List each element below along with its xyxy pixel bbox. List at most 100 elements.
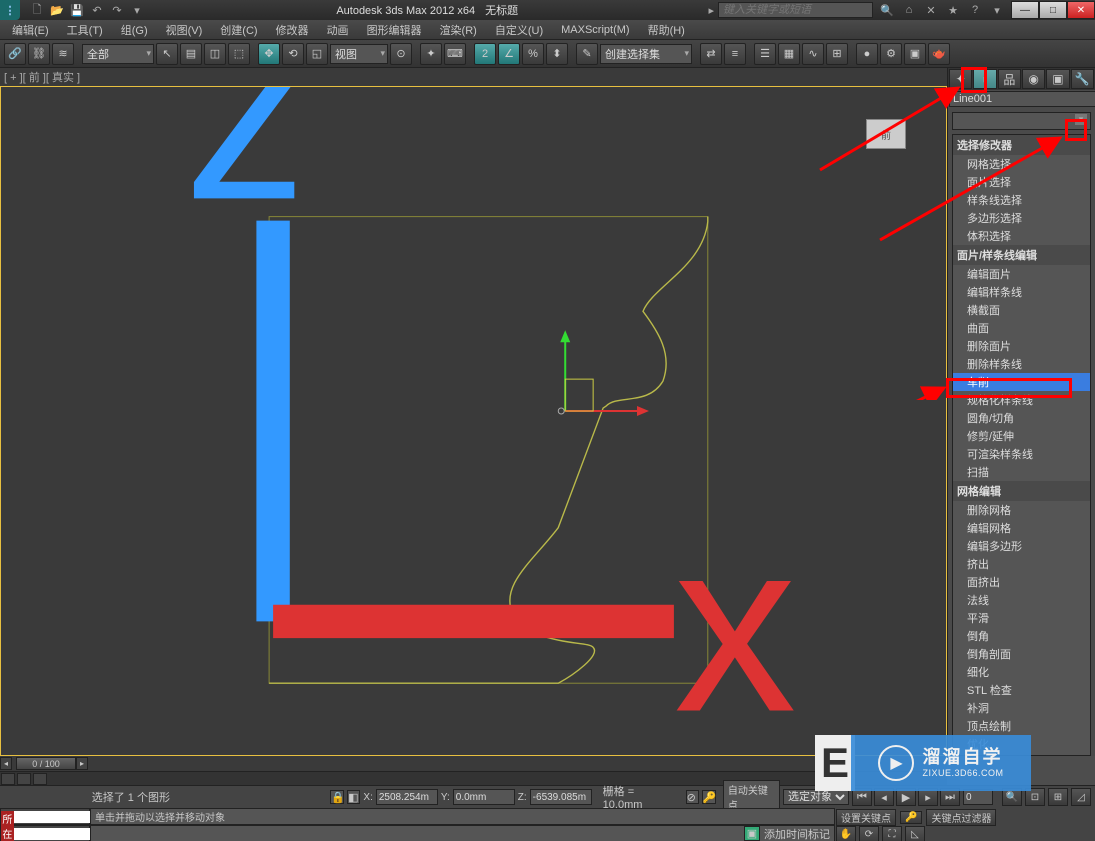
selection-lock-icon[interactable]: 🔑 [702,790,716,804]
tab-motion-icon[interactable]: ◉ [1022,69,1045,89]
object-name-input[interactable] [949,91,1095,107]
infocenter-dropdown-icon[interactable]: ▸ [704,4,718,17]
selection-filter-combo[interactable]: 全部 [82,44,154,64]
modifier-item[interactable]: 删除样条线 [953,355,1090,373]
keyboard-shortcut-icon[interactable]: ⌨ [444,43,466,65]
menu-create[interactable]: 创建(C) [212,20,265,40]
select-region-icon[interactable]: ◫ [204,43,226,65]
maximize-button[interactable]: □ [1039,1,1067,19]
menu-animation[interactable]: 动画 [319,20,357,40]
save-icon[interactable]: 💾 [70,3,84,17]
menu-customize[interactable]: 自定义(U) [487,20,551,40]
menu-maxscript[interactable]: MAXScript(M) [553,22,637,38]
menu-edit[interactable]: 编辑(E) [4,20,57,40]
modifier-item[interactable]: 编辑网格 [953,519,1090,537]
close-button[interactable]: ✕ [1067,1,1095,19]
key-filter-button[interactable]: 关键点过滤器 [926,809,996,826]
frame-input[interactable] [963,789,993,805]
align-icon[interactable]: ≡ [724,43,746,65]
time-slider-handle[interactable]: 0 / 100 [16,757,76,770]
mirror-icon[interactable]: ⇄ [700,43,722,65]
modifier-list[interactable]: 选择修改器网格选择面片选择样条线选择多边形选择体积选择面片/样条线编辑编辑面片编… [952,134,1091,756]
field-of-view-icon[interactable]: ◺ [905,826,925,841]
modifier-item[interactable]: 横截面 [953,301,1090,319]
menu-help[interactable]: 帮助(H) [640,20,693,40]
modifier-item[interactable]: 倒角 [953,627,1090,645]
modifier-item[interactable]: 规格化样条线 [953,391,1090,409]
menu-group[interactable]: 组(G) [113,20,156,40]
qat-dropdown-icon[interactable]: ▾ [130,3,144,17]
subscription-icon[interactable]: ⌂ [901,2,917,18]
time-slider[interactable]: ◂ 0 / 100 ▸ [0,756,947,771]
trackbar-curve-icon[interactable] [1,773,15,785]
modifier-item[interactable]: 圆角/切角 [953,409,1090,427]
modifier-item[interactable]: 面挤出 [953,573,1090,591]
modifier-item[interactable]: 可渲染样条线 [953,445,1090,463]
search-icon[interactable]: 🔍 [879,2,895,18]
schematic-view-icon[interactable]: ⊞ [826,43,848,65]
absolute-relative-icon[interactable]: ◧ [347,790,360,804]
minimize-button[interactable]: — [1011,1,1039,19]
key-mode-icon[interactable]: 🔑 [900,811,922,824]
modifier-item[interactable]: 多边形选择 [953,209,1090,227]
x-input[interactable] [376,789,438,805]
maximize-viewport-icon[interactable]: ⛶ [882,826,902,841]
edit-named-sel-icon[interactable]: ✎ [576,43,598,65]
setkey-button[interactable]: 设置关键点 [836,809,896,826]
menu-views[interactable]: 视图(V) [158,20,211,40]
select-scale-icon[interactable]: ◱ [306,43,328,65]
viewport-label[interactable]: [ + ][ 前 ][ 真实 ] [0,68,947,86]
modifier-item[interactable]: 编辑多边形 [953,537,1090,555]
undo-icon[interactable]: ↶ [90,3,104,17]
selected-object-combo[interactable]: 选定对象 [783,789,849,805]
communication-center-icon[interactable]: ▣ [744,826,760,841]
select-object-icon[interactable]: ↖ [156,43,178,65]
menu-graph-editors[interactable]: 图形编辑器 [359,20,430,40]
modifier-list-dropdown[interactable] [952,112,1091,130]
trackbar-filter-icon[interactable] [17,773,31,785]
select-move-icon[interactable]: ✥ [258,43,280,65]
manipulate-icon[interactable]: ✦ [420,43,442,65]
new-icon[interactable]: 🗋 [30,3,44,17]
link-icon[interactable]: 🔗 [4,43,26,65]
menu-tools[interactable]: 工具(T) [59,20,111,40]
named-selection-combo[interactable]: 创建选择集 [600,44,692,64]
trackbar-key-icon[interactable] [33,773,47,785]
modifier-item[interactable]: 顶点绘制 [953,717,1090,735]
select-rotate-icon[interactable]: ⟲ [282,43,304,65]
modifier-item[interactable]: 法线 [953,591,1090,609]
modifier-item[interactable]: STL 检查 [953,681,1090,699]
curve-editor-icon[interactable]: ∿ [802,43,824,65]
z-input[interactable] [530,789,592,805]
help-dropdown-icon[interactable]: ▾ [989,2,1005,18]
isolate-icon[interactable]: ⊘ [686,790,699,804]
y-input[interactable] [453,789,515,805]
app-menu-icon[interactable]: ⋮ [0,0,20,20]
modifier-item[interactable]: 补洞 [953,699,1090,717]
render-icon[interactable]: 🫖 [928,43,950,65]
modifier-item[interactable]: 编辑面片 [953,265,1090,283]
prev-key-icon[interactable]: ◂ [0,757,12,770]
spinner-snap-icon[interactable]: ⬍ [546,43,568,65]
snap-angle-icon[interactable]: ∠ [498,43,520,65]
unlink-icon[interactable]: ⛓ [28,43,50,65]
tab-display-icon[interactable]: ▣ [1046,69,1069,89]
pan-icon[interactable]: ✋ [836,826,856,841]
render-setup-icon[interactable]: ⚙ [880,43,902,65]
use-center-icon[interactable]: ⊙ [390,43,412,65]
modifier-item[interactable]: 修剪/延伸 [953,427,1090,445]
track-bar[interactable] [0,771,947,785]
redo-icon[interactable]: ↷ [110,3,124,17]
modifier-item[interactable]: 细化 [953,663,1090,681]
zoom-extents-icon[interactable]: ⊞ [1048,788,1068,806]
favorites-icon[interactable]: ★ [945,2,961,18]
ref-coord-combo[interactable]: 视图 [330,44,388,64]
layers-icon[interactable]: ☰ [754,43,776,65]
tab-create-icon[interactable]: ✦ [949,69,972,89]
modifier-item[interactable]: 曲面 [953,319,1090,337]
window-crossing-icon[interactable]: ⬚ [228,43,250,65]
orbit-icon[interactable]: ⟳ [859,826,879,841]
help-icon[interactable]: ? [967,2,983,18]
fov-icon[interactable]: ◿ [1071,788,1091,806]
open-icon[interactable]: 📂 [50,3,64,17]
